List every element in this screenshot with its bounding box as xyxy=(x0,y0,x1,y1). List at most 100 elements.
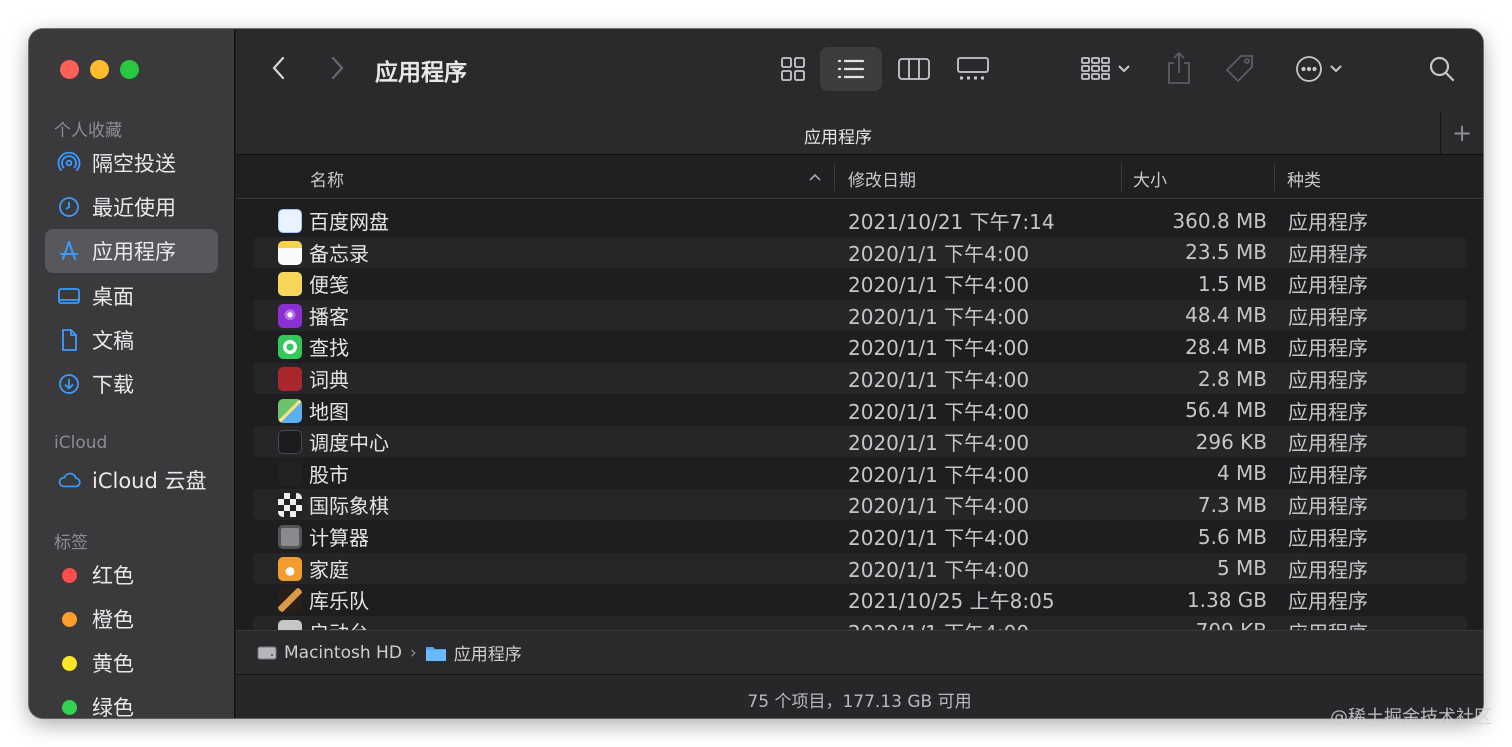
watermark: @稀土掘金技术社区 xyxy=(1330,707,1492,728)
file-row[interactable]: 家庭 2020/1/1 下午4:00 5 MB 应用程序 xyxy=(253,552,1467,584)
green-tag-icon xyxy=(57,695,81,718)
file-row[interactable]: 百度网盘 2021/10/21 下午7:14 360.8 MB 应用程序 xyxy=(253,205,1467,236)
search-button[interactable] xyxy=(1424,51,1460,87)
file-row[interactable]: 调度中心 2020/1/1 下午4:00 296 KB 应用程序 xyxy=(253,426,1467,458)
file-date: 2020/1/1 下午4:00 xyxy=(848,557,1030,582)
garageband-app-icon xyxy=(278,588,302,613)
column-header-kind[interactable]: 种类 xyxy=(1287,166,1321,191)
launchpad-app-icon xyxy=(278,619,302,630)
path-separator: › xyxy=(409,642,417,663)
column-separator[interactable] xyxy=(1274,163,1275,191)
path-disk-label: Macintosh HD xyxy=(284,642,402,663)
close-window-button[interactable] xyxy=(60,60,79,79)
path-item-disk[interactable]: Macintosh HD xyxy=(257,643,402,663)
sidebar-tag-red[interactable]: 红色 xyxy=(45,553,218,597)
file-row[interactable]: 国际象棋 2020/1/1 下午4:00 7.3 MB 应用程序 xyxy=(253,489,1467,521)
sidebar-tag-orange[interactable]: 橙色 xyxy=(45,597,218,641)
file-row[interactable]: 股市 2020/1/1 下午4:00 4 MB 应用程序 xyxy=(253,458,1467,489)
file-row[interactable]: 地图 2020/1/1 下午4:00 56.4 MB 应用程序 xyxy=(253,395,1467,426)
column-header-date[interactable]: 修改日期 xyxy=(848,166,916,191)
toolbar: 应用程序 xyxy=(236,29,1483,111)
sidebar-item-downloads[interactable]: 下载 xyxy=(45,362,218,406)
file-size: 48.4 MB xyxy=(1185,303,1267,328)
window-title: 应用程序 xyxy=(375,60,467,86)
file-row[interactable]: 计算器 2020/1/1 下午4:00 5.6 MB 应用程序 xyxy=(253,521,1467,552)
file-row[interactable]: 库乐队 2021/10/25 上午8:05 1.38 GB 应用程序 xyxy=(253,584,1467,615)
sidebar-item-documents[interactable]: 文稿 xyxy=(45,318,218,362)
file-date: 2020/1/1 下午4:00 xyxy=(848,399,1030,424)
sort-ascending-icon xyxy=(809,173,821,181)
sidebar-item-recents[interactable]: 最近使用 xyxy=(45,185,218,229)
file-size: 5 MB xyxy=(1216,556,1267,581)
group-icon xyxy=(1081,57,1110,80)
back-button[interactable] xyxy=(266,53,292,83)
add-tab-button[interactable]: + xyxy=(1440,111,1483,154)
sidebar: 个人收藏 隔空投送 最近使用 应用程序 桌面 文稿 下载 iCloud iClo… xyxy=(29,29,235,718)
file-row[interactable]: 启动台 2020/1/1 下午4:00 709 KB 应用程序 xyxy=(253,615,1467,630)
more-actions-button[interactable] xyxy=(1291,51,1347,87)
file-kind: 应用程序 xyxy=(1288,557,1368,582)
file-row[interactable]: 便笺 2020/1/1 下午4:00 1.5 MB 应用程序 xyxy=(253,268,1467,299)
list-view-button[interactable] xyxy=(820,47,882,91)
minimize-window-button[interactable] xyxy=(90,60,109,79)
file-kind: 应用程序 xyxy=(1288,526,1368,550)
list-icon xyxy=(837,59,865,79)
share-button[interactable] xyxy=(1164,49,1194,87)
file-name: 调度中心 xyxy=(309,431,389,456)
forward-button[interactable] xyxy=(324,53,350,83)
file-name: 启动台 xyxy=(309,617,369,630)
file-name: 便笺 xyxy=(309,273,349,298)
file-kind: 应用程序 xyxy=(1288,462,1368,487)
tab-current[interactable]: 应用程序 xyxy=(236,123,1440,148)
file-row[interactable]: 备忘录 2020/1/1 下午4:00 23.5 MB 应用程序 xyxy=(253,236,1467,268)
sidebar-item-airdrop[interactable]: 隔空投送 xyxy=(45,141,218,185)
path-item-applications[interactable]: 应用程序 xyxy=(425,640,522,665)
file-kind: 应用程序 xyxy=(1288,589,1368,614)
sidebar-item-desktop[interactable]: 桌面 xyxy=(45,274,218,318)
file-kind: 应用程序 xyxy=(1288,273,1368,298)
file-name: 备忘录 xyxy=(309,241,369,266)
file-name: 词典 xyxy=(309,368,349,392)
gallery-view-button[interactable] xyxy=(954,51,992,87)
red-tag-icon xyxy=(57,563,81,587)
column-separator[interactable] xyxy=(1121,163,1122,191)
group-by-button[interactable] xyxy=(1076,51,1136,87)
file-date: 2020/1/1 下午4:00 xyxy=(848,526,1030,550)
column-header-size[interactable]: 大小 xyxy=(1133,166,1167,191)
file-row[interactable]: 播客 2020/1/1 下午4:00 48.4 MB 应用程序 xyxy=(253,299,1467,331)
chess-app-icon xyxy=(278,493,302,518)
chevron-right-icon xyxy=(331,56,344,80)
column-view-button[interactable] xyxy=(895,51,933,87)
notes-app-icon xyxy=(278,240,302,265)
file-row[interactable]: 查找 2020/1/1 下午4:00 28.4 MB 应用程序 xyxy=(253,331,1467,362)
sidebar-tag-yellow[interactable]: 黄色 xyxy=(45,641,218,685)
ellipsis-circle-icon xyxy=(1296,56,1322,82)
file-row[interactable]: 词典 2020/1/1 下午4:00 2.8 MB 应用程序 xyxy=(253,363,1467,394)
file-date: 2020/1/1 下午4:00 xyxy=(848,304,1030,329)
download-icon xyxy=(57,372,81,396)
tag-button[interactable] xyxy=(1222,51,1258,87)
home-app-icon xyxy=(278,556,302,581)
zoom-window-button[interactable] xyxy=(120,60,139,79)
icon-view-button[interactable] xyxy=(776,51,810,87)
sidebar-item-label: 文稿 xyxy=(92,329,134,353)
search-icon xyxy=(1429,56,1455,82)
sidebar-item-label: iCloud 云盘 xyxy=(92,469,207,493)
file-kind: 应用程序 xyxy=(1288,399,1368,424)
file-name: 计算器 xyxy=(309,526,369,550)
sidebar-item-applications[interactable]: 应用程序 xyxy=(45,229,218,273)
file-date: 2020/1/1 下午4:00 xyxy=(848,273,1030,298)
clock-icon xyxy=(57,195,81,219)
file-size: 7.3 MB xyxy=(1197,492,1267,517)
file-kind: 应用程序 xyxy=(1288,494,1368,519)
column-header-name[interactable]: 名称 xyxy=(310,166,344,191)
file-size: 4 MB xyxy=(1216,461,1267,486)
sidebar-item-label: 红色 xyxy=(92,564,134,588)
chevron-down-icon xyxy=(1118,65,1130,73)
file-date: 2020/1/1 下午4:00 xyxy=(848,431,1030,456)
sidebar-item-label: 桌面 xyxy=(92,285,134,309)
column-separator[interactable] xyxy=(834,163,835,191)
sidebar-tag-green[interactable]: 绿色 xyxy=(45,685,218,718)
sidebar-item-icloud-drive[interactable]: iCloud 云盘 xyxy=(45,458,218,502)
sidebar-item-label: 应用程序 xyxy=(92,240,176,264)
